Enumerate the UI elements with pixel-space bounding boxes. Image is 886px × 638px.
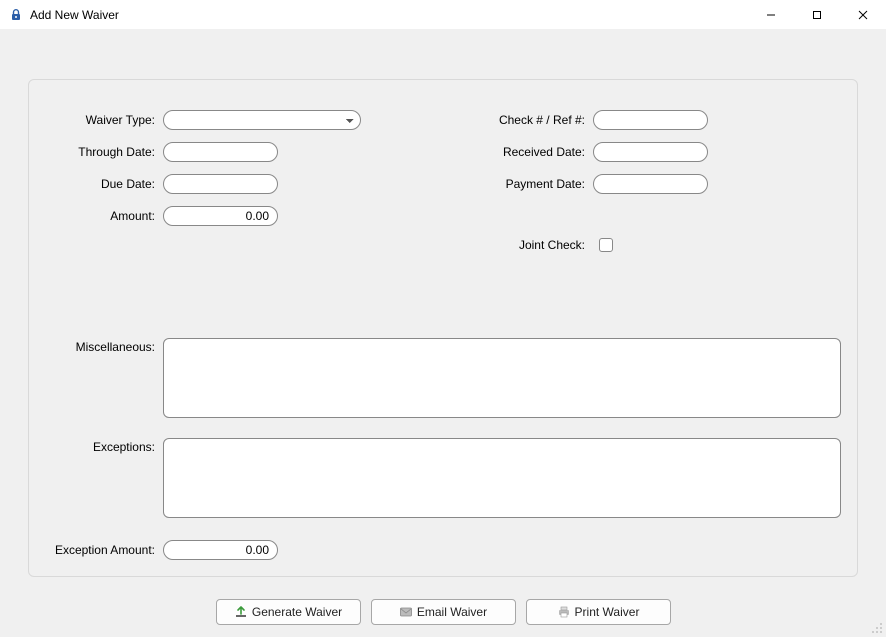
label-amount: Amount:: [43, 209, 163, 223]
label-due-date: Due Date:: [43, 177, 163, 191]
due-date-input[interactable]: [163, 174, 278, 194]
label-received-date: Received Date:: [443, 145, 593, 159]
client-area: Waiver Type: Through Date: Due Date: Amo…: [0, 30, 886, 637]
titlebar: Add New Waiver: [0, 0, 886, 30]
exception-amount-input[interactable]: [163, 540, 278, 560]
generate-waiver-label: Generate Waiver: [252, 605, 342, 619]
waiver-type-select[interactable]: [163, 110, 361, 130]
row-exception-amount: Exception Amount:: [43, 540, 278, 560]
label-exceptions: Exceptions:: [43, 438, 163, 454]
window-title: Add New Waiver: [30, 8, 119, 22]
label-payment-date: Payment Date:: [443, 177, 593, 191]
print-waiver-label: Print Waiver: [575, 605, 640, 619]
amount-input[interactable]: [163, 206, 278, 226]
label-check-ref: Check # / Ref #:: [443, 113, 593, 127]
row-waiver-type: Waiver Type:: [43, 110, 361, 130]
printer-icon: [557, 605, 571, 619]
form-group: Waiver Type: Through Date: Due Date: Amo…: [28, 79, 858, 577]
exceptions-textarea[interactable]: [163, 438, 841, 518]
row-exceptions: Exceptions:: [43, 438, 841, 518]
close-button[interactable]: [840, 0, 886, 30]
email-waiver-label: Email Waiver: [417, 605, 487, 619]
minimize-button[interactable]: [748, 0, 794, 30]
row-check-ref: Check # / Ref #:: [443, 110, 708, 130]
upload-icon: [234, 605, 248, 619]
maximize-button[interactable]: [794, 0, 840, 30]
row-due-date: Due Date:: [43, 174, 278, 194]
label-waiver-type: Waiver Type:: [43, 113, 163, 127]
joint-check-checkbox[interactable]: [599, 238, 613, 252]
label-joint-check: Joint Check:: [443, 238, 593, 252]
through-date-input[interactable]: [163, 142, 278, 162]
generate-waiver-button[interactable]: Generate Waiver: [216, 599, 361, 625]
payment-date-input[interactable]: [593, 174, 708, 194]
envelope-icon: [399, 605, 413, 619]
email-waiver-button[interactable]: Email Waiver: [371, 599, 516, 625]
resize-grip[interactable]: [870, 621, 884, 635]
label-through-date: Through Date:: [43, 145, 163, 159]
row-joint-check: Joint Check:: [443, 238, 613, 252]
row-miscellaneous: Miscellaneous:: [43, 338, 841, 418]
row-amount: Amount:: [43, 206, 278, 226]
row-through-date: Through Date:: [43, 142, 278, 162]
row-received-date: Received Date:: [443, 142, 708, 162]
miscellaneous-textarea[interactable]: [163, 338, 841, 418]
check-ref-input[interactable]: [593, 110, 708, 130]
row-payment-date: Payment Date:: [443, 174, 708, 194]
received-date-input[interactable]: [593, 142, 708, 162]
label-miscellaneous: Miscellaneous:: [43, 338, 163, 354]
button-bar: Generate Waiver Email Waiver Print Waive…: [0, 599, 886, 625]
lock-icon: [8, 7, 24, 23]
window-controls: [748, 0, 886, 29]
label-exception-amount: Exception Amount:: [43, 543, 163, 557]
print-waiver-button[interactable]: Print Waiver: [526, 599, 671, 625]
